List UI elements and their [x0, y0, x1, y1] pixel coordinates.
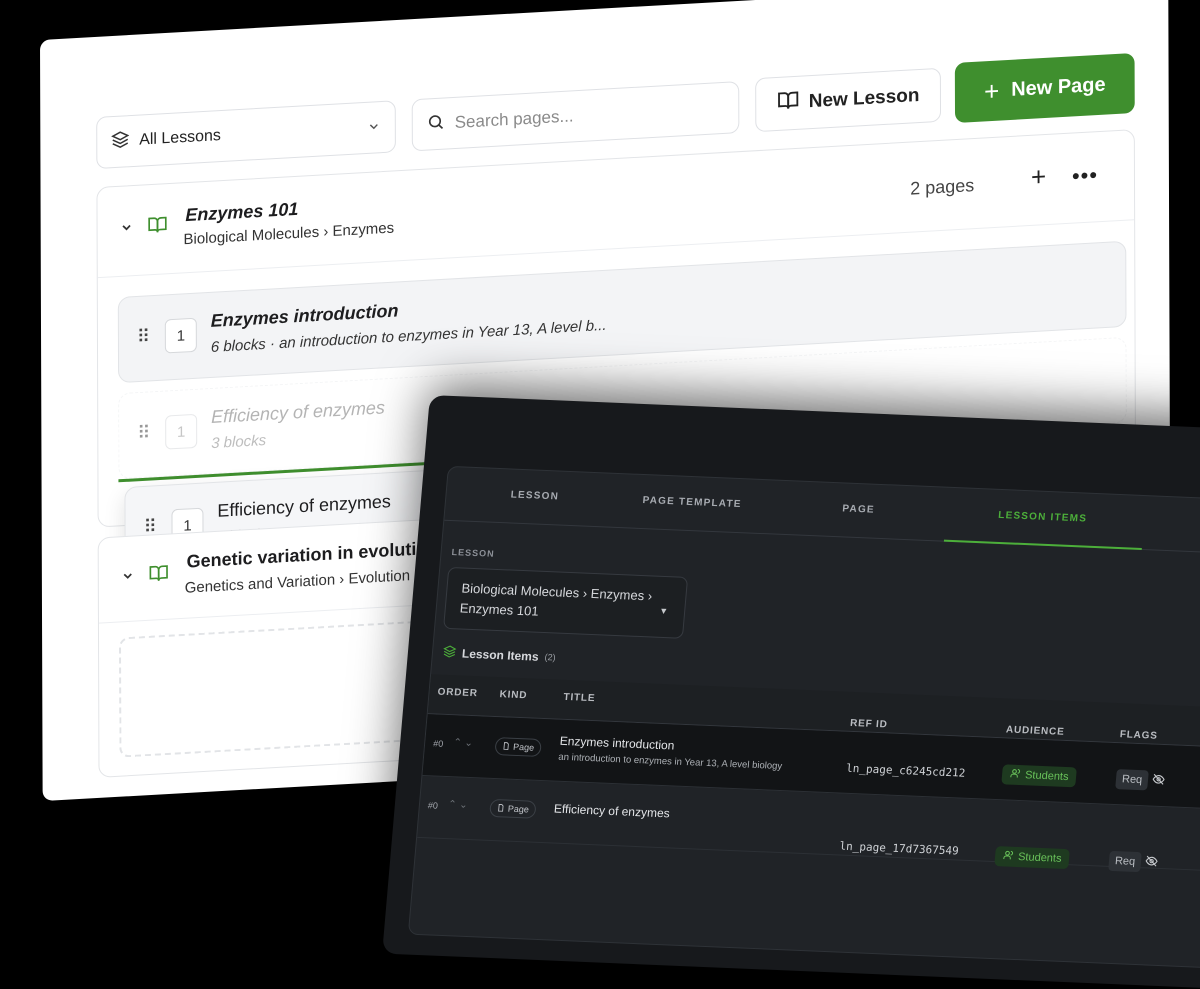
- page-meta: 3 blocks: [211, 431, 267, 453]
- editor-tabs: LESSON PAGE TEMPLATE PAGE LESSON ITEMS: [444, 466, 1200, 555]
- lesson-filter-label: All Lessons: [139, 127, 221, 149]
- tab-page[interactable]: PAGE: [842, 503, 875, 515]
- add-page-button[interactable]: +: [1031, 161, 1046, 193]
- active-tab-indicator: [943, 539, 1142, 550]
- book-icon: [777, 89, 799, 118]
- caret-down-icon: ▼: [658, 605, 669, 617]
- audience-badge[interactable]: Students: [1001, 764, 1078, 788]
- search-box: [411, 81, 740, 152]
- lesson-items-count: (2): [544, 652, 557, 663]
- chevron-down-icon: [367, 119, 381, 137]
- column-order: ORDER: [437, 686, 479, 700]
- column-title: TITLE: [563, 691, 596, 705]
- tab-page-template[interactable]: PAGE TEMPLATE: [642, 495, 742, 510]
- row-title: Enzymes introduction: [559, 733, 676, 753]
- drag-handle-icon[interactable]: ⠿: [137, 326, 148, 348]
- column-flags: FLAGS: [1119, 729, 1159, 742]
- file-icon: [502, 741, 511, 752]
- more-options-icon[interactable]: •••: [1072, 162, 1098, 189]
- tab-lesson-items[interactable]: LESSON ITEMS: [998, 510, 1088, 525]
- page-title: Efficiency of enzymes: [217, 491, 391, 521]
- tab-lesson[interactable]: LESSON: [510, 489, 559, 502]
- row-title: Efficiency of enzymes: [553, 801, 671, 821]
- page-title: Enzymes introduction: [210, 300, 399, 331]
- file-icon: [496, 803, 505, 814]
- lesson-items-title: Lesson Items: [461, 646, 540, 664]
- lesson-select[interactable]: Biological Molecules › Enzymes › Enzymes…: [443, 566, 689, 639]
- kind-label: Page: [507, 803, 530, 815]
- new-lesson-button[interactable]: New Lesson: [755, 67, 942, 133]
- page-order: 1: [164, 317, 197, 354]
- editor-card: LESSON PAGE TEMPLATE PAGE LESSON ITEMS L…: [407, 465, 1200, 969]
- audience-badge[interactable]: Students: [994, 846, 1071, 870]
- plus-icon: +: [983, 75, 1000, 107]
- chevron-down-icon[interactable]: [120, 220, 134, 238]
- search-icon: [427, 112, 445, 136]
- drag-handle-icon: ⠿: [137, 422, 149, 444]
- row-ref-id: ln_page_c6245cd212: [845, 761, 966, 780]
- row-order: #0: [432, 738, 444, 749]
- page-order: 1: [165, 413, 198, 450]
- column-audience: AUDIENCE: [1005, 724, 1065, 738]
- audience-label: Students: [1024, 769, 1069, 784]
- layers-icon: [442, 645, 457, 662]
- kind-badge: Page: [494, 737, 542, 757]
- chevron-down-icon[interactable]: [121, 569, 135, 587]
- layers-icon: [111, 130, 130, 154]
- lesson-field-label: LESSON: [451, 547, 496, 559]
- new-page-button[interactable]: + New Page: [954, 52, 1135, 124]
- search-input[interactable]: [454, 97, 725, 133]
- row-ref-id: ln_page_17d7367549: [838, 839, 960, 858]
- audience-label: Students: [1017, 851, 1062, 865]
- lesson-items-heading: Lesson Items (2): [442, 645, 556, 666]
- users-icon: [1003, 849, 1015, 863]
- eye-off-icon[interactable]: [1151, 773, 1166, 791]
- eye-off-icon[interactable]: [1144, 854, 1159, 872]
- lesson-filter-select[interactable]: All Lessons: [96, 100, 396, 170]
- row-order: #0: [427, 800, 439, 811]
- required-flag[interactable]: Req: [1108, 850, 1143, 873]
- page-title: Efficiency of enzymes: [211, 397, 385, 428]
- reorder-arrows-icon[interactable]: ⌃ ⌄: [453, 737, 473, 749]
- new-lesson-label: New Lesson: [808, 84, 920, 113]
- reorder-arrows-icon[interactable]: ⌃ ⌄: [448, 799, 468, 811]
- row-subtitle: an introduction to enzymes in Year 13, A…: [557, 751, 783, 773]
- column-kind: KIND: [499, 689, 528, 702]
- book-icon: [147, 214, 167, 240]
- kind-badge: Page: [489, 798, 537, 819]
- required-flag[interactable]: Req: [1115, 769, 1150, 791]
- column-ref-id: REF ID: [849, 717, 889, 731]
- lesson-items-table: ORDER KIND TITLE REF ID AUDIENCE FLAGS #…: [417, 674, 1200, 873]
- kind-label: Page: [512, 741, 535, 753]
- lesson-title: Enzymes 101: [185, 198, 299, 226]
- users-icon: [1010, 768, 1022, 782]
- page-count: 2 pages: [910, 175, 975, 199]
- lesson-path: Genetics and Variation › Evolution: [184, 567, 411, 597]
- book-icon: [149, 563, 169, 589]
- new-page-label: New Page: [1011, 73, 1106, 101]
